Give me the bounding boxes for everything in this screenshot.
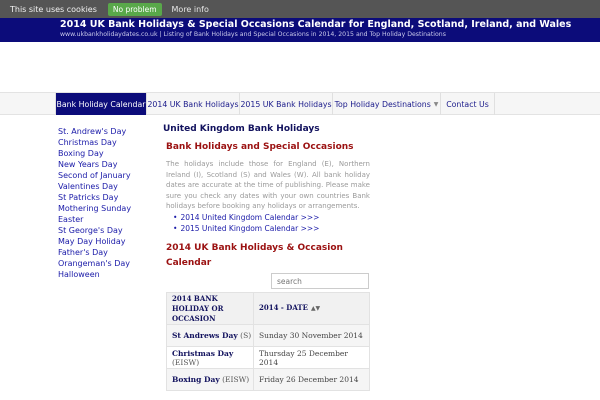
table-cell-occasion: Boxing Day (EISW): [166, 368, 254, 391]
cookie-text: This site uses cookies: [10, 4, 97, 14]
caret-down-icon: ▼: [433, 100, 439, 108]
intro-paragraph: The holidays include those for England (…: [166, 160, 370, 210]
column-header-date[interactable]: 2014 - DATE ▲▼: [253, 292, 370, 325]
list-item[interactable]: • 2014 United Kingdom Calendar >>>: [173, 212, 373, 223]
occasion-link[interactable]: Boxing Day: [172, 375, 220, 384]
sidebar-link-christmas-day[interactable]: Christmas Day: [58, 137, 158, 148]
site-title[interactable]: 2014 UK Bank Holidays & Special Occasion…: [60, 19, 595, 30]
calendar-link-2015[interactable]: 2015 United Kingdom Calendar >>>: [180, 224, 319, 233]
sidebar-link-halloween[interactable]: Halloween: [58, 269, 158, 280]
column-header-label: 2014 - DATE: [259, 303, 308, 312]
table-header-row: 2014 BANK HOLIDAY OR OCCASION 2014 - DAT…: [166, 292, 370, 325]
list-item[interactable]: • 2015 United Kingdom Calendar >>>: [173, 223, 373, 234]
nav-item-bank-holiday-calendar[interactable]: Bank Holiday Calendar: [55, 93, 147, 115]
sidebar-link-orangemans-day[interactable]: Orangeman's Day: [58, 258, 158, 269]
nav-item-2014-uk-bank-holidays[interactable]: 2014 UK Bank Holidays: [147, 93, 240, 115]
sidebar-link-easter[interactable]: Easter: [58, 214, 158, 225]
sidebar-link-st-patricks-day[interactable]: St Patricks Day: [58, 192, 158, 203]
region-code: (EISW): [172, 357, 200, 367]
region-code: (EISW): [222, 375, 250, 384]
sidebar-link-may-day-holiday[interactable]: May Day Holiday: [58, 236, 158, 247]
sort-icon[interactable]: ▲▼: [311, 305, 320, 312]
bullet-icon: •: [173, 213, 178, 222]
search-input[interactable]: [271, 273, 369, 289]
sidebar-link-new-years-day[interactable]: New Years Day: [58, 159, 158, 170]
table-cell-date: Sunday 30 November 2014: [253, 324, 370, 347]
nav-item-contact-us[interactable]: Contact Us: [441, 93, 495, 115]
sidebar-link-boxing-day[interactable]: Boxing Day: [58, 148, 158, 159]
sidebar-link-st-andrews-day[interactable]: St. Andrew's Day: [58, 126, 158, 137]
nav-item-label: 2015 UK Bank Holidays: [240, 99, 332, 109]
occasion-link[interactable]: St Andrews Day: [172, 331, 238, 340]
page: This site uses cookies No problem More i…: [0, 0, 600, 400]
occasion-link[interactable]: Christmas Day: [172, 349, 233, 358]
bullet-icon: •: [173, 224, 178, 233]
cookie-bar: This site uses cookies No problem More i…: [0, 0, 600, 18]
table-cell-date: Thursday 25 December 2014: [253, 346, 370, 369]
table-cell-date: Friday 26 December 2014: [253, 368, 370, 391]
table-cell-occasion: Christmas Day (EISW): [166, 346, 254, 369]
nav-item-label: Bank Holiday Calendar: [56, 99, 146, 109]
table-cell-occasion: St Andrews Day (S): [166, 324, 254, 347]
nav-item-top-holiday-destinations[interactable]: Top Holiday Destinations ▼: [333, 93, 441, 115]
site-header: 2014 UK Bank Holidays & Special Occasion…: [0, 18, 600, 42]
sidebar-link-st-georges-day[interactable]: St George's Day: [58, 225, 158, 236]
nav-item-label: Contact Us: [446, 99, 489, 109]
sidebar: St. Andrew's Day Christmas Day Boxing Da…: [58, 126, 158, 280]
sidebar-link-mothering-sunday[interactable]: Mothering Sunday: [58, 203, 158, 214]
table-row: St Andrews Day (S) Sunday 30 November 20…: [166, 324, 370, 347]
site-subtitle: www.ukbankholidaydates.co.uk | Listing o…: [60, 31, 446, 38]
sidebar-link-fathers-day[interactable]: Father's Day: [58, 247, 158, 258]
cookie-more-info-link[interactable]: More info: [172, 5, 209, 14]
calendar-link-2014[interactable]: 2014 United Kingdom Calendar >>>: [180, 213, 319, 222]
table-heading: 2014 UK Bank Holidays & Occasion Calenda…: [166, 243, 343, 268]
column-header-occasion[interactable]: 2014 BANK HOLIDAY OR OCCASION: [166, 292, 254, 325]
holiday-table: 2014 BANK HOLIDAY OR OCCASION 2014 - DAT…: [166, 292, 370, 391]
main-nav: Bank Holiday Calendar 2014 UK Bank Holid…: [0, 92, 600, 115]
table-row: Boxing Day (EISW) Friday 26 December 201…: [166, 368, 370, 391]
section-heading: Bank Holidays and Special Occasions: [166, 142, 354, 152]
nav-item-label: 2014 UK Bank Holidays: [147, 99, 239, 109]
calendar-links: • 2014 United Kingdom Calendar >>> • 2015 …: [173, 212, 373, 234]
table-row: Christmas Day (EISW) Thursday 25 Decembe…: [166, 346, 370, 369]
cookie-accept-button[interactable]: No problem: [107, 2, 162, 16]
nav-item-2015-uk-bank-holidays[interactable]: 2015 UK Bank Holidays: [240, 93, 333, 115]
sidebar-link-second-of-january[interactable]: Second of January: [58, 170, 158, 181]
page-title: United Kingdom Bank Holidays: [163, 124, 320, 134]
nav-item-label: Top Holiday Destinations: [334, 99, 431, 109]
column-header-label: 2014 BANK HOLIDAY OR OCCASION: [172, 293, 224, 323]
region-code: (S): [240, 331, 252, 340]
sidebar-link-valentines-day[interactable]: Valentines Day: [58, 181, 158, 192]
